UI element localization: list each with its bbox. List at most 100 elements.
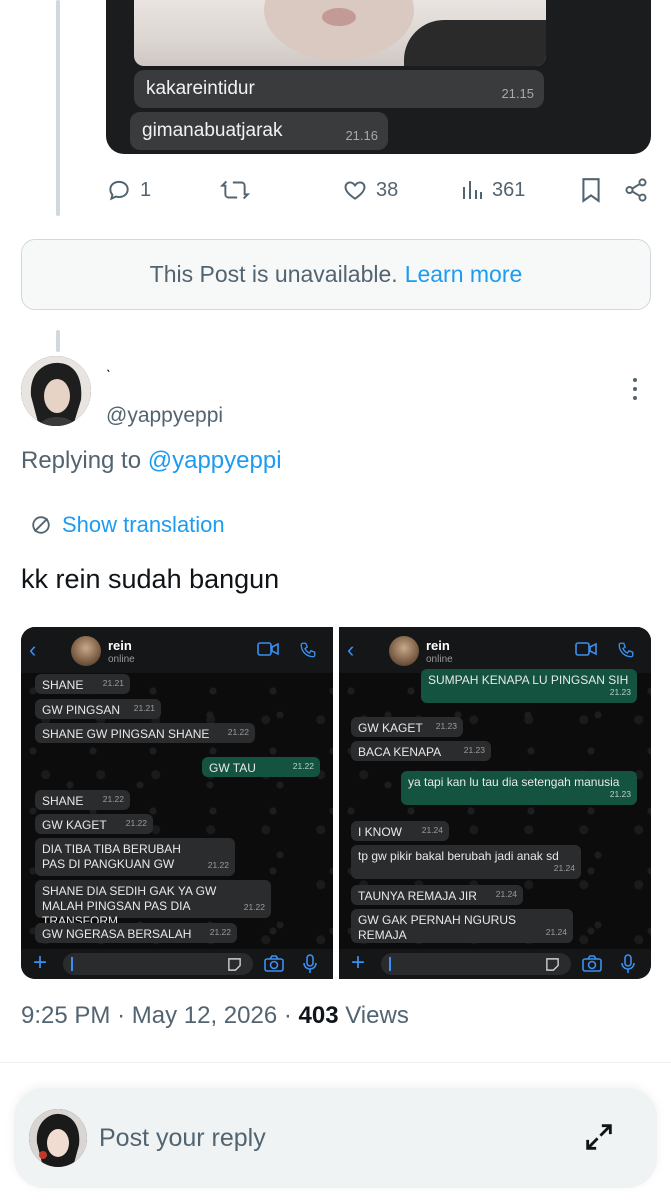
chat-input [381,953,571,975]
chat-message-text: TAUNYA REMAJA JIR [358,889,477,903]
chat-message-time: 21.22 [207,860,229,870]
views-button[interactable]: 361 [460,172,525,208]
share-button[interactable] [623,172,649,208]
reply-composer[interactable]: Post your reply [14,1088,657,1188]
chat-message-text: kakareintidur [146,78,255,99]
more-options-icon[interactable] [630,378,640,406]
chat-message-text: GW NGERASA BERSALAH [42,927,192,941]
chat-message-time: 21.24 [421,825,443,835]
heart-icon [344,181,366,200]
chat-message: SUMPAH KENAPA LU PINGSAN SIH 21.23 [421,669,637,703]
chat-message: I KNOW 21.24 [351,821,449,841]
chat-message-time: 21.24 [553,863,575,873]
unavailable-post-notice: This Post is unavailable. Learn more [21,239,651,310]
chat-message: GW TAU 21.22 [202,757,320,777]
repost-button[interactable] [220,172,250,208]
chat-message-time: 21.16 [345,128,378,143]
author-avatar[interactable] [21,356,91,426]
chat-header: ‹ rein online [21,627,333,673]
chat-input-bar: + [339,949,651,979]
chat-photo [134,0,546,66]
show-translation-label: Show translation [62,512,225,537]
chat-message-text: GW KAGET [358,721,423,735]
chat-message-text: GW GAK PERNAH NGURUS REMAJA [358,913,517,942]
chat-message-time: 21.15 [501,86,534,101]
chat-message-time: 21.24 [495,889,517,899]
chat-message: TAUNYA REMAJA JIR 21.24 [351,885,523,905]
post-metadata: 9:25 PM · May 12, 2026 · 403 Views [21,1002,409,1030]
camera-icon [582,955,602,972]
chat-message-text: SHANE DIA SEDIH GAK YA GW MALAH PINGSAN … [42,884,217,928]
sticker-icon [546,958,559,971]
chat-message-time: 21.21 [133,703,155,713]
back-icon: ‹ [29,637,37,662]
chat-input-bar: + [21,949,333,979]
chat-message: SHANE 21.21 [35,674,130,694]
chat-input [63,953,253,975]
phone-icon [618,642,634,658]
reply-button[interactable]: 1 [106,172,151,208]
chat-message-time: 21.22 [125,818,147,828]
chat-message: tp gw pikir bakal berubah jadi anak sd 21… [351,845,581,879]
plus-icon: + [33,949,48,976]
thread-line-top [56,0,60,216]
chat-message-time: 21.22 [209,927,231,937]
post-time[interactable]: 9:25 PM [21,1002,110,1029]
chat-message-time: 21.21 [102,678,124,688]
chat-screenshot-left[interactable]: ‹ rein online SHANE 21.21 GW PINGSAN 21.21… [21,627,333,979]
chat-message-time: 21.22 [243,902,265,912]
chat-message-text: SHANE [42,794,84,808]
translate-icon [32,516,50,534]
reply-input[interactable]: Post your reply [99,1124,266,1153]
video-call-icon [257,642,279,656]
chat-message-text: ya tapi kan lu tau dia setengah manusia [408,775,620,789]
author-handle[interactable]: @yappyeppi [106,404,223,428]
phone-icon [300,642,316,658]
chat-message-text: GW PINGSAN [42,703,121,717]
meta-separator: · [283,1002,292,1029]
show-translation-button[interactable]: Show translation [30,512,225,538]
chat-message-time: 21.24 [545,927,567,937]
chat-message-time: 21.22 [292,761,314,771]
bookmark-button[interactable] [580,172,602,208]
chat-message-text: GW TAU [209,761,256,775]
replying-to-handle[interactable]: @yappyeppi [148,447,282,474]
share-icon [625,178,647,202]
chat-message: SHANE GW PINGSAN SHANE 21.22 [35,723,255,743]
chat-message: SHANE DIA SEDIH GAK YA GW MALAH PINGSAN … [35,880,271,928]
chat-message-text: SHANE GW PINGSAN SHANE [42,727,210,741]
thread-line-mid [56,330,60,352]
post-text: kk rein sudah bangun [21,564,280,594]
chat-message: GW GAK PERNAH NGURUS REMAJA 21.24 [351,909,573,943]
views-icon [463,181,482,199]
contact-name: rein [108,638,132,653]
chat-message-text: SHANE [42,678,84,692]
like-count: 38 [376,178,399,201]
chat-message-text: DIA TIBA TIBA BERUBAH PAS DI PANGKUAN GW [42,842,181,871]
embedded-chat-image[interactable]: kakareintidur 21.15 gimanabuatjarak 21.1… [106,0,651,154]
chat-message-text: GW KAGET [42,818,107,832]
reply-icon [109,180,129,201]
replying-prefix: Replying to [21,447,142,474]
chat-screenshot-right[interactable]: ‹ rein online SUMPAH KENAPA LU PINGSAN S… [339,627,651,979]
contact-status: online [426,654,453,665]
author-display-name[interactable]: ˎ [106,356,111,374]
chat-message: ya tapi kan lu tau dia setengah manusia 2… [401,771,637,805]
chat-message-time: 21.22 [227,727,249,737]
replying-to: Replying to @yappyeppi [21,447,282,475]
user-avatar [29,1109,87,1167]
chat-message-time: 21.23 [463,745,485,755]
chat-message: gimanabuatjarak 21.16 [130,112,388,150]
bookmark-icon [582,178,600,203]
camera-icon [264,955,284,972]
expand-icon[interactable] [582,1120,616,1154]
chat-body: SHANE 21.21 GW PINGSAN 21.21 SHANE GW PING… [21,673,333,951]
learn-more-link[interactable]: Learn more [405,261,523,288]
like-button[interactable]: 38 [342,172,398,208]
post-action-bar: 1 38 361 [106,172,651,208]
chat-message-text: tp gw pikir bakal berubah jadi anak sd [358,849,559,863]
chat-message-time: 21.23 [609,687,631,697]
meta-separator: · [117,1002,126,1029]
video-call-icon [575,642,597,656]
post-date[interactable]: May 12, 2026 [132,1002,277,1029]
